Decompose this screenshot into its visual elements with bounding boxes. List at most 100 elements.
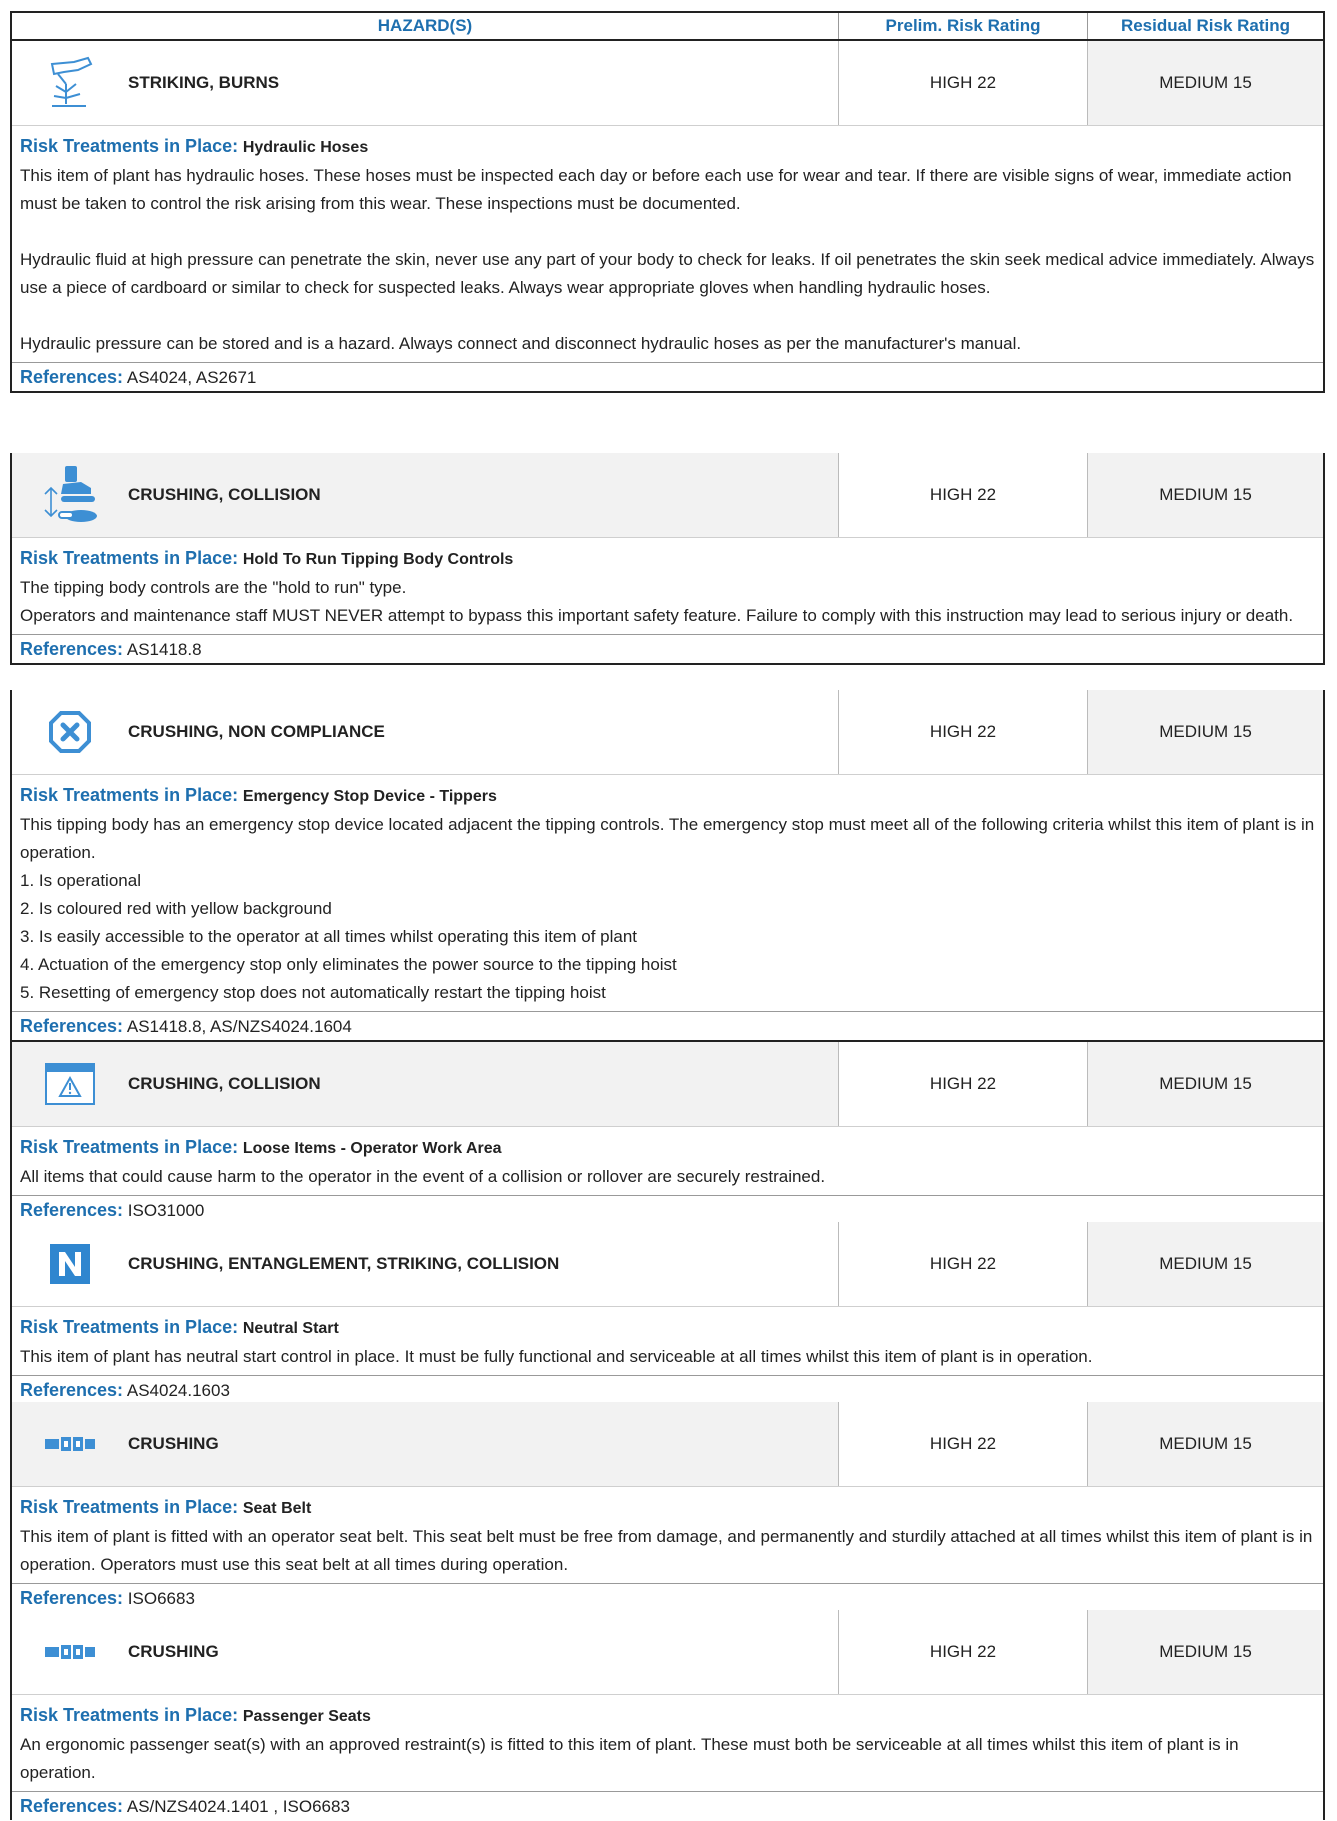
treatment-name: Loose Items - Operator Work Area (242, 1140, 502, 1157)
references-label: References: (20, 639, 124, 659)
treatments-label: Risk Treatments in Place: (20, 785, 239, 805)
references-value: AS/NZS4024.1401 , ISO6683 (126, 1797, 350, 1816)
treatment-paragraph: The tipping body controls are the "hold … (20, 578, 407, 597)
treatment-name: Seat Belt (242, 1500, 312, 1517)
risk-treatment: Risk Treatments in Place: Seat Belt This… (12, 1487, 1323, 1583)
hazard-row: CRUSHING, COLLISION HIGH 22 MEDIUM 15 (12, 1042, 1323, 1127)
residual-rating: MEDIUM 15 (1087, 1222, 1323, 1306)
hazard-name: CRUSHING, ENTANGLEMENT, STRIKING, COLLIS… (128, 1254, 560, 1273)
seat-belt-icon (12, 1610, 128, 1694)
references-label: References: (20, 1796, 124, 1816)
hazard-name: CRUSHING (128, 1434, 219, 1453)
hand-hose-spray-icon (12, 41, 128, 125)
prelim-rating: HIGH 22 (838, 690, 1087, 774)
hazard-name: STRIKING, BURNS (128, 73, 280, 92)
hazard-row: CRUSHING, COLLISION HIGH 22 MEDIUM 15 (12, 453, 1323, 538)
references-label: References: (20, 1016, 124, 1036)
prelim-rating: HIGH 22 (838, 1042, 1087, 1126)
emergency-stop-icon (12, 690, 128, 774)
hazard-block-emergency-stop: CRUSHING, NON COMPLIANCE HIGH 22 MEDIUM … (10, 690, 1325, 1042)
risk-treatment: Risk Treatments in Place: Loose Items - … (12, 1127, 1323, 1195)
risk-treatment: Risk Treatments in Place: Neutral Start … (12, 1307, 1323, 1375)
treatment-paragraph: This item of plant has neutral start con… (20, 1347, 1093, 1366)
hazard-column-header: HAZARD(S) (377, 16, 473, 35)
treatment-name: Emergency Stop Device - Tippers (242, 788, 497, 805)
criteria-item: 5. Resetting of emergency stop does not … (20, 983, 606, 1002)
hazard-row: CRUSHING HIGH 22 MEDIUM 15 (12, 1610, 1323, 1695)
residual-rating: MEDIUM 15 (1087, 41, 1323, 125)
risk-treatment: Risk Treatments in Place: Passenger Seat… (12, 1695, 1323, 1791)
references-label: References: (20, 1380, 124, 1400)
residual-rating: MEDIUM 15 (1087, 690, 1323, 774)
references-row: References: AS1418.8 (12, 634, 1323, 665)
prelim-rating-column-header: Prelim. Risk Rating (838, 13, 1087, 39)
prelim-rating: HIGH 22 (838, 1222, 1087, 1306)
prelim-rating: HIGH 22 (838, 41, 1087, 125)
treatment-name: Passenger Seats (242, 1708, 371, 1725)
references-value: ISO6683 (127, 1589, 195, 1608)
treatments-label: Risk Treatments in Place: (20, 1705, 239, 1725)
references-value: AS4024.1603 (126, 1381, 230, 1400)
hazard-block-hold-to-run: CRUSHING, COLLISION HIGH 22 MEDIUM 15 Ri… (10, 453, 1325, 665)
residual-rating: MEDIUM 15 (1087, 453, 1323, 537)
treatment-name: Hydraulic Hoses (242, 139, 369, 156)
treatment-paragraph: This item of plant is fitted with an ope… (20, 1527, 1313, 1574)
hazard-name: CRUSHING, COLLISION (128, 485, 321, 504)
table-header: HAZARD(S) Prelim. Risk Rating Residual R… (10, 11, 1325, 41)
treatment-name: Hold To Run Tipping Body Controls (242, 551, 514, 568)
hazard-block-passenger-seats: CRUSHING HIGH 22 MEDIUM 15 Risk Treatmen… (10, 1610, 1325, 1820)
hazard-block-loose-items: CRUSHING, COLLISION HIGH 22 MEDIUM 15 Ri… (10, 1042, 1325, 1226)
risk-treatment: Risk Treatments in Place: Emergency Stop… (12, 775, 1323, 1011)
treatments-label: Risk Treatments in Place: (20, 548, 239, 568)
treatment-paragraph: An ergonomic passenger seat(s) with an a… (20, 1735, 1239, 1782)
prelim-rating: HIGH 22 (838, 1610, 1087, 1694)
references-value: AS1418.8, AS/NZS4024.1604 (126, 1017, 352, 1036)
seat-belt-icon (12, 1402, 128, 1486)
hazard-block-seat-belt: CRUSHING HIGH 22 MEDIUM 15 Risk Treatmen… (10, 1402, 1325, 1614)
references-row: References: AS4024, AS2671 (12, 362, 1323, 393)
treatments-label: Risk Treatments in Place: (20, 1137, 239, 1157)
references-label: References: (20, 1588, 124, 1608)
criteria-item: 3. Is easily accessible to the operator … (20, 927, 638, 946)
treatment-name: Neutral Start (242, 1320, 339, 1337)
references-row: References: AS/NZS4024.1401 , ISO6683 (12, 1791, 1323, 1820)
risk-treatment: Risk Treatments in Place: Hold To Run Ti… (12, 538, 1323, 634)
treatment-paragraph: Hydraulic fluid at high pressure can pen… (20, 250, 1315, 297)
treatment-paragraph: Operators and maintenance staff MUST NEV… (20, 606, 1294, 625)
references-row: References: AS1418.8, AS/NZS4024.1604 (12, 1011, 1323, 1042)
criteria-item: 2. Is coloured red with yellow backgroun… (20, 899, 332, 918)
hazard-block-hydraulic-hoses: STRIKING, BURNS HIGH 22 MEDIUM 15 Risk T… (10, 41, 1325, 393)
treatment-paragraph: This item of plant has hydraulic hoses. … (20, 166, 1292, 213)
hazard-row: CRUSHING, ENTANGLEMENT, STRIKING, COLLIS… (12, 1222, 1323, 1307)
treatments-label: Risk Treatments in Place: (20, 1317, 239, 1337)
risk-register-page: HAZARD(S) Prelim. Risk Rating Residual R… (0, 0, 1337, 1820)
hazard-row: STRIKING, BURNS HIGH 22 MEDIUM 15 (12, 41, 1323, 126)
residual-rating-column-header: Residual Risk Rating (1087, 13, 1323, 39)
treatment-paragraph: This tipping body has an emergency stop … (20, 815, 1315, 862)
treatment-paragraph: Hydraulic pressure can be stored and is … (20, 334, 1022, 353)
references-value: AS4024, AS2671 (126, 368, 257, 387)
window-warning-icon (12, 1042, 128, 1126)
excavator-hold-to-run-icon (12, 453, 128, 537)
residual-rating: MEDIUM 15 (1087, 1402, 1323, 1486)
neutral-n-icon (12, 1222, 128, 1306)
residual-rating: MEDIUM 15 (1087, 1042, 1323, 1126)
hazard-name: CRUSHING (128, 1642, 219, 1661)
prelim-rating: HIGH 22 (838, 453, 1087, 537)
prelim-rating: HIGH 22 (838, 1402, 1087, 1486)
references-value: AS1418.8 (126, 640, 202, 659)
references-label: References: (20, 367, 124, 387)
hazard-block-neutral-start: CRUSHING, ENTANGLEMENT, STRIKING, COLLIS… (10, 1222, 1325, 1406)
hazard-name: CRUSHING, NON COMPLIANCE (128, 722, 385, 741)
treatments-label: Risk Treatments in Place: (20, 1497, 239, 1517)
residual-rating: MEDIUM 15 (1087, 1610, 1323, 1694)
hazard-name: CRUSHING, COLLISION (128, 1074, 321, 1093)
references-label: References: (20, 1200, 124, 1220)
criteria-item: 4. Actuation of the emergency stop only … (20, 955, 677, 974)
treatment-paragraph: All items that could cause harm to the o… (20, 1167, 826, 1186)
hazard-row: CRUSHING, NON COMPLIANCE HIGH 22 MEDIUM … (12, 690, 1323, 775)
criteria-item: 1. Is operational (20, 871, 141, 890)
hazard-row: CRUSHING HIGH 22 MEDIUM 15 (12, 1402, 1323, 1487)
risk-treatment: Risk Treatments in Place: Hydraulic Hose… (12, 126, 1323, 362)
references-value: ISO31000 (127, 1201, 205, 1220)
